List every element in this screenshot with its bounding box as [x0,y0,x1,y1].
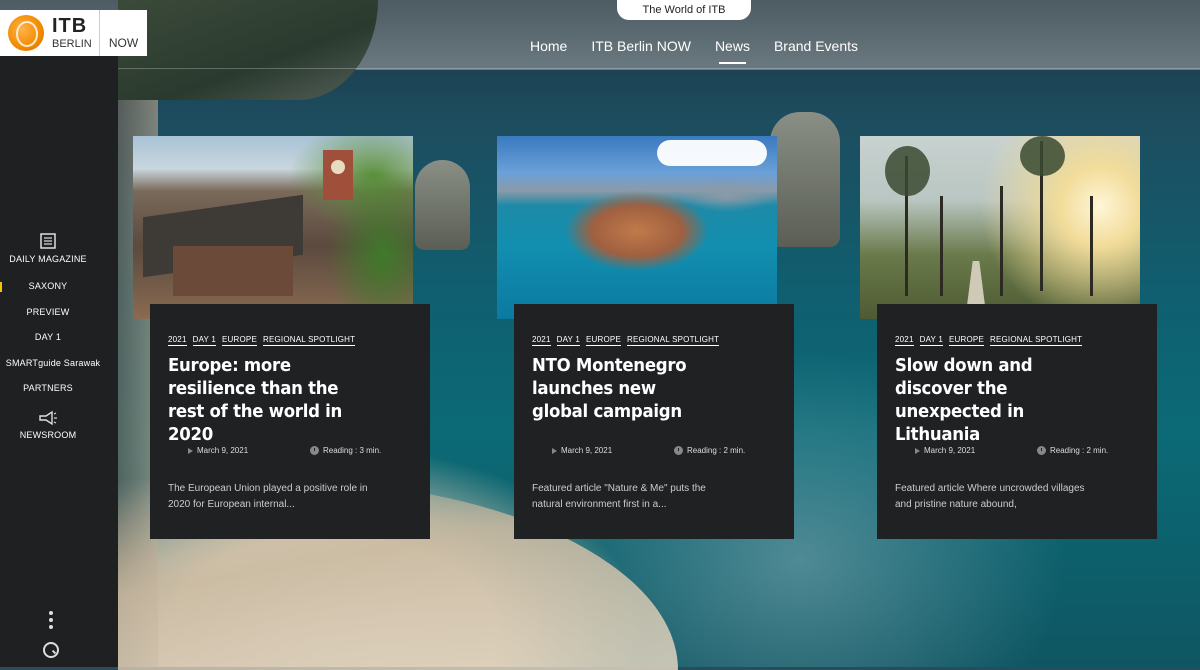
tag-link[interactable]: EUROPE [586,335,621,346]
date-text: March 9, 2021 [197,446,249,455]
article-card[interactable]: 2021 DAY 1 EUROPE REGIONAL SPOTLIGHT Eur… [133,136,430,539]
article-card[interactable]: 2021 DAY 1 EUROPE REGIONAL SPOTLIGHT Slo… [860,136,1157,539]
world-of-itb-tab[interactable]: The World of ITB [617,0,751,20]
article-image[interactable] [133,136,413,319]
article-title[interactable]: NTO Montenegro launches new global campa… [532,354,716,423]
sidebar-item-daily-magazine[interactable]: DAILY MAGAZINE [0,232,96,264]
nav-divider [118,68,1200,69]
sidebar-item-label: PREVIEW [26,307,70,317]
reading-text: Reading : 2 min. [687,446,746,455]
tag-list: 2021 DAY 1 EUROPE REGIONAL SPOTLIGHT [895,335,1083,346]
sidebar-item-label: NEWSROOM [19,430,77,440]
sidebar: DAILY MAGAZINE SAXONY PREVIEW DAY 1 SMAR… [0,56,118,667]
clock-tower [323,150,353,200]
tag-link[interactable]: REGIONAL SPOTLIGHT [990,335,1083,346]
sidebar-item-label: SMARTguide Sarawak [5,358,101,368]
reading-time: Reading : 2 min. [674,446,745,455]
tag-link[interactable]: DAY 1 [919,335,943,346]
clock-icon [331,160,345,174]
sidebar-item-label: PARTNERS [23,383,73,393]
tag-link[interactable]: EUROPE [222,335,257,346]
nav-news[interactable]: News [715,38,750,64]
reading-text: Reading : 3 min. [323,446,382,455]
sidebar-item-label: DAILY MAGAZINE [9,254,87,264]
play-icon [188,447,193,454]
article-image[interactable] [497,136,777,319]
tag-list: 2021 DAY 1 EUROPE REGIONAL SPOTLIGHT [532,335,720,346]
clock-icon [674,446,683,455]
play-icon [915,447,920,454]
sidebar-item-preview[interactable]: PREVIEW [0,307,96,317]
clock-icon [310,446,319,455]
more-options-icon[interactable] [49,611,53,629]
tag-link[interactable]: 2021 [895,335,914,346]
sidebar-item-newsroom[interactable]: NEWSROOM [0,410,96,440]
sidebar-item-smartguide-sarawak[interactable]: SMARTguide Sarawak [5,358,101,368]
tag-link[interactable]: REGIONAL SPOTLIGHT [263,335,356,346]
cloud [657,140,767,166]
sidebar-item-partners[interactable]: PARTNERS [0,383,96,393]
logo-title: ITB [52,15,88,37]
reading-text: Reading : 2 min. [1050,446,1109,455]
tag-link[interactable]: 2021 [532,335,551,346]
article-title[interactable]: Slow down and discover the unexpected in… [895,354,1079,446]
tag-link[interactable]: DAY 1 [556,335,580,346]
sidebar-item-label: DAY 1 [34,332,62,342]
sidebar-item-day-1[interactable]: DAY 1 [0,332,96,342]
reading-time: Reading : 3 min. [310,446,381,455]
article-date: March 9, 2021 [915,446,975,455]
article-excerpt: Featured article Where uncrowded village… [895,483,1085,510]
tag-list: 2021 DAY 1 EUROPE REGIONAL SPOTLIGHT [168,335,356,346]
tag-link[interactable]: DAY 1 [192,335,216,346]
clock-icon [1037,446,1046,455]
play-icon [552,447,557,454]
date-text: March 9, 2021 [924,446,976,455]
nav-brand-events[interactable]: Brand Events [774,38,858,62]
search-icon[interactable] [43,642,59,658]
reading-time: Reading : 2 min. [1037,446,1108,455]
article-date: March 9, 2021 [552,446,612,455]
newspaper-icon [40,233,56,249]
article-title[interactable]: Europe: more resilience than the rest of… [168,354,352,446]
nav-itb-berlin-now[interactable]: ITB Berlin NOW [591,38,691,62]
article-excerpt: Featured article "Nature & Me" puts the … [532,483,706,510]
tag-link[interactable]: REGIONAL SPOTLIGHT [627,335,720,346]
tag-link[interactable]: EUROPE [949,335,984,346]
tag-link[interactable]: 2021 [168,335,187,346]
nav-home[interactable]: Home [530,38,567,62]
top-navigation: Home ITB Berlin NOW News Brand Events [0,38,1200,68]
article-excerpt: The European Union played a positive rol… [168,483,368,510]
article-card[interactable]: 2021 DAY 1 EUROPE REGIONAL SPOTLIGHT NTO… [497,136,794,539]
megaphone-icon [39,410,57,426]
sidebar-item-label: SAXONY [28,281,68,291]
article-date: March 9, 2021 [188,446,248,455]
article-image[interactable] [860,136,1140,319]
date-text: March 9, 2021 [561,446,613,455]
sidebar-item-saxony[interactable]: SAXONY [0,281,96,291]
